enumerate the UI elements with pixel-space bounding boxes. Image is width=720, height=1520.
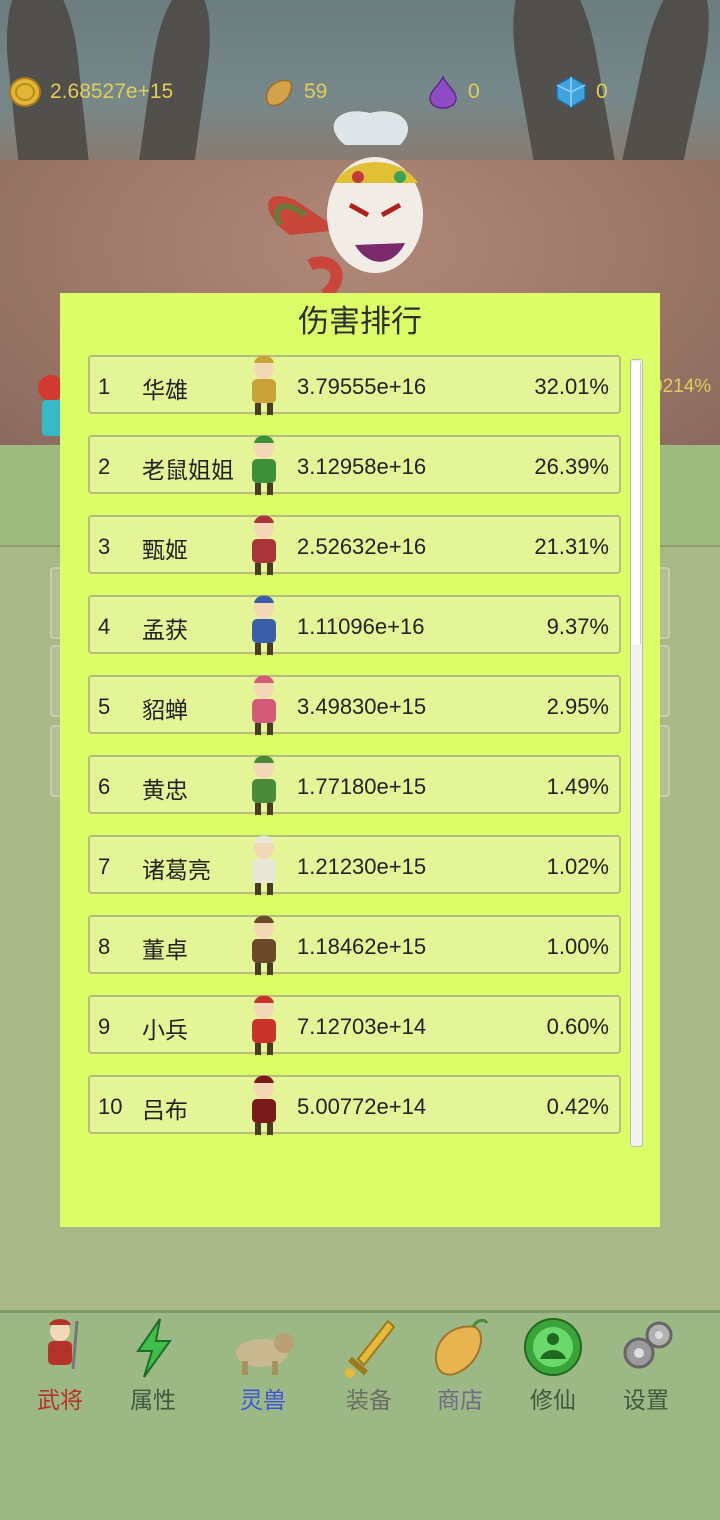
damage-value: 1.21230e+15 [297,854,427,879]
ranking-row[interactable]: 8 董卓 1.18462e+15 1.00% [88,915,621,975]
boss-monster[interactable] [250,105,480,305]
general-name: 老鼠姐姐 [142,458,234,484]
general-icon [48,1319,79,1370]
lightning-icon [136,1318,172,1378]
damage-value: 7.12703e+14 [297,1014,427,1039]
rank-number: 7 [98,854,111,879]
ranking-row[interactable]: 9 小兵 7.12703e+14 0.60% [88,995,621,1055]
sword-icon [345,1319,396,1378]
rank-number: 6 [98,774,111,799]
general-avatar-icon [252,435,276,495]
nav-tab-lightning[interactable]: 属性 [107,1315,199,1415]
mango-resource: 59 [262,72,327,112]
damage-percent: 32.01% [534,374,609,399]
damage-percent: 21.31% [534,534,609,559]
damage-value: 1.77180e+15 [297,774,427,799]
general-avatar-icon [252,515,276,575]
general-name: 小兵 [142,1018,188,1044]
ranking-row[interactable]: 3 甄姬 2.52632e+16 21.31% [88,515,621,575]
ranking-row[interactable]: 6 黄忠 1.77180e+15 1.49% [88,755,621,815]
rank-number: 4 [98,614,111,639]
list-scrollbar[interactable] [630,359,643,1147]
gold-amount: 2.68527e+15 [50,80,174,103]
purple-potion-icon [429,75,457,109]
potion-amount: 0 [468,80,480,103]
damage-value: 3.49830e+15 [297,694,427,719]
nav-tab-label: 武将 [37,1388,83,1414]
cultivation-icon [524,1318,582,1376]
damage-percent: 2.95% [546,694,609,719]
boss-hp-percent: 0214% [652,376,712,397]
nav-tab-sword[interactable]: 装备 [323,1315,415,1415]
general-name: 吕布 [142,1098,188,1124]
damage-percent: 1.49% [546,774,609,799]
rank-number: 5 [98,694,111,719]
rank-number: 1 [98,374,111,399]
nav-tab-label: 灵兽 [240,1388,286,1414]
blue-gem-icon [556,76,586,108]
damage-percent: 26.39% [534,454,609,479]
damage-percent: 0.60% [546,1014,609,1039]
ranking-row[interactable]: 10 吕布 5.00772e+14 0.42% [88,1075,621,1135]
damage-value: 3.79555e+16 [297,374,427,399]
ranking-row[interactable]: 2 老鼠姐姐 3.12958e+16 26.39% [88,435,621,495]
general-avatar-icon [252,835,276,895]
ranking-row[interactable]: 7 诸葛亮 1.21230e+15 1.02% [88,835,621,895]
ranking-row[interactable]: 5 貂蝉 3.49830e+15 2.95% [88,675,621,735]
nav-tab-general[interactable]: 武将 [14,1315,106,1415]
general-name: 孟获 [142,618,188,644]
general-avatar-icon [252,1075,276,1135]
gold-coin-icon [9,77,41,107]
rank-number: 8 [98,934,111,959]
bottom-navigation: 武将 属性 灵兽 装备 商店 修仙 设置 [0,1310,720,1520]
general-avatar-icon [252,995,276,1055]
nav-tab-label: 装备 [346,1388,392,1414]
general-avatar-icon [252,675,276,735]
damage-percent: 0.42% [546,1094,609,1119]
ranking-row[interactable]: 4 孟获 1.11096e+16 9.37% [88,595,621,655]
general-name: 华雄 [142,378,188,404]
damage-percent: 1.02% [546,854,609,879]
damage-value: 3.12958e+16 [297,454,427,479]
general-avatar-icon [252,755,276,815]
ranking-row[interactable]: 1 华雄 3.79555e+16 32.01% [88,355,621,415]
gem-resource: 0 [554,72,608,112]
general-name: 董卓 [142,938,188,964]
damage-value: 1.18462e+15 [297,934,427,959]
rank-number: 9 [98,1014,111,1039]
beast-icon [236,1333,294,1375]
mango-icon [265,79,293,107]
shop-mango-icon [434,1318,489,1376]
rank-number: 10 [98,1094,123,1119]
nav-tab-label: 修仙 [530,1388,576,1414]
general-name: 黄忠 [142,778,188,804]
nav-tab-beast[interactable]: 灵兽 [217,1315,309,1415]
general-name: 甄姬 [142,538,188,564]
nav-tab-cultivation[interactable]: 修仙 [507,1315,599,1415]
mango-amount: 59 [304,80,328,103]
general-avatar-icon [252,915,276,975]
gem-amount: 0 [596,80,608,103]
nav-tab-label: 属性 [130,1388,176,1414]
dialog-title: 伤害排行 [298,304,422,340]
rank-number: 2 [98,454,111,479]
gear-icon [623,1321,673,1369]
damage-value: 1.11096e+16 [297,614,425,639]
scrollbar-thumb[interactable] [632,362,641,644]
potion-resource: 0 [426,72,480,112]
rank-number: 3 [98,534,111,559]
gold-resource: 2.68527e+15 [8,72,173,112]
damage-value: 5.00772e+14 [297,1094,427,1119]
general-name: 貂蝉 [142,698,188,724]
nav-tab-shop-mango[interactable]: 商店 [414,1315,506,1415]
general-name: 诸葛亮 [142,858,211,884]
nav-tab-label: 商店 [437,1388,483,1414]
nav-tab-label: 设置 [623,1388,669,1414]
damage-value: 2.52632e+16 [297,534,427,559]
damage-percent: 9.37% [546,614,609,639]
general-avatar-icon [252,595,276,655]
nav-tab-gear[interactable]: 设置 [600,1315,692,1415]
general-avatar-icon [252,355,276,415]
damage-percent: 1.00% [546,934,609,959]
